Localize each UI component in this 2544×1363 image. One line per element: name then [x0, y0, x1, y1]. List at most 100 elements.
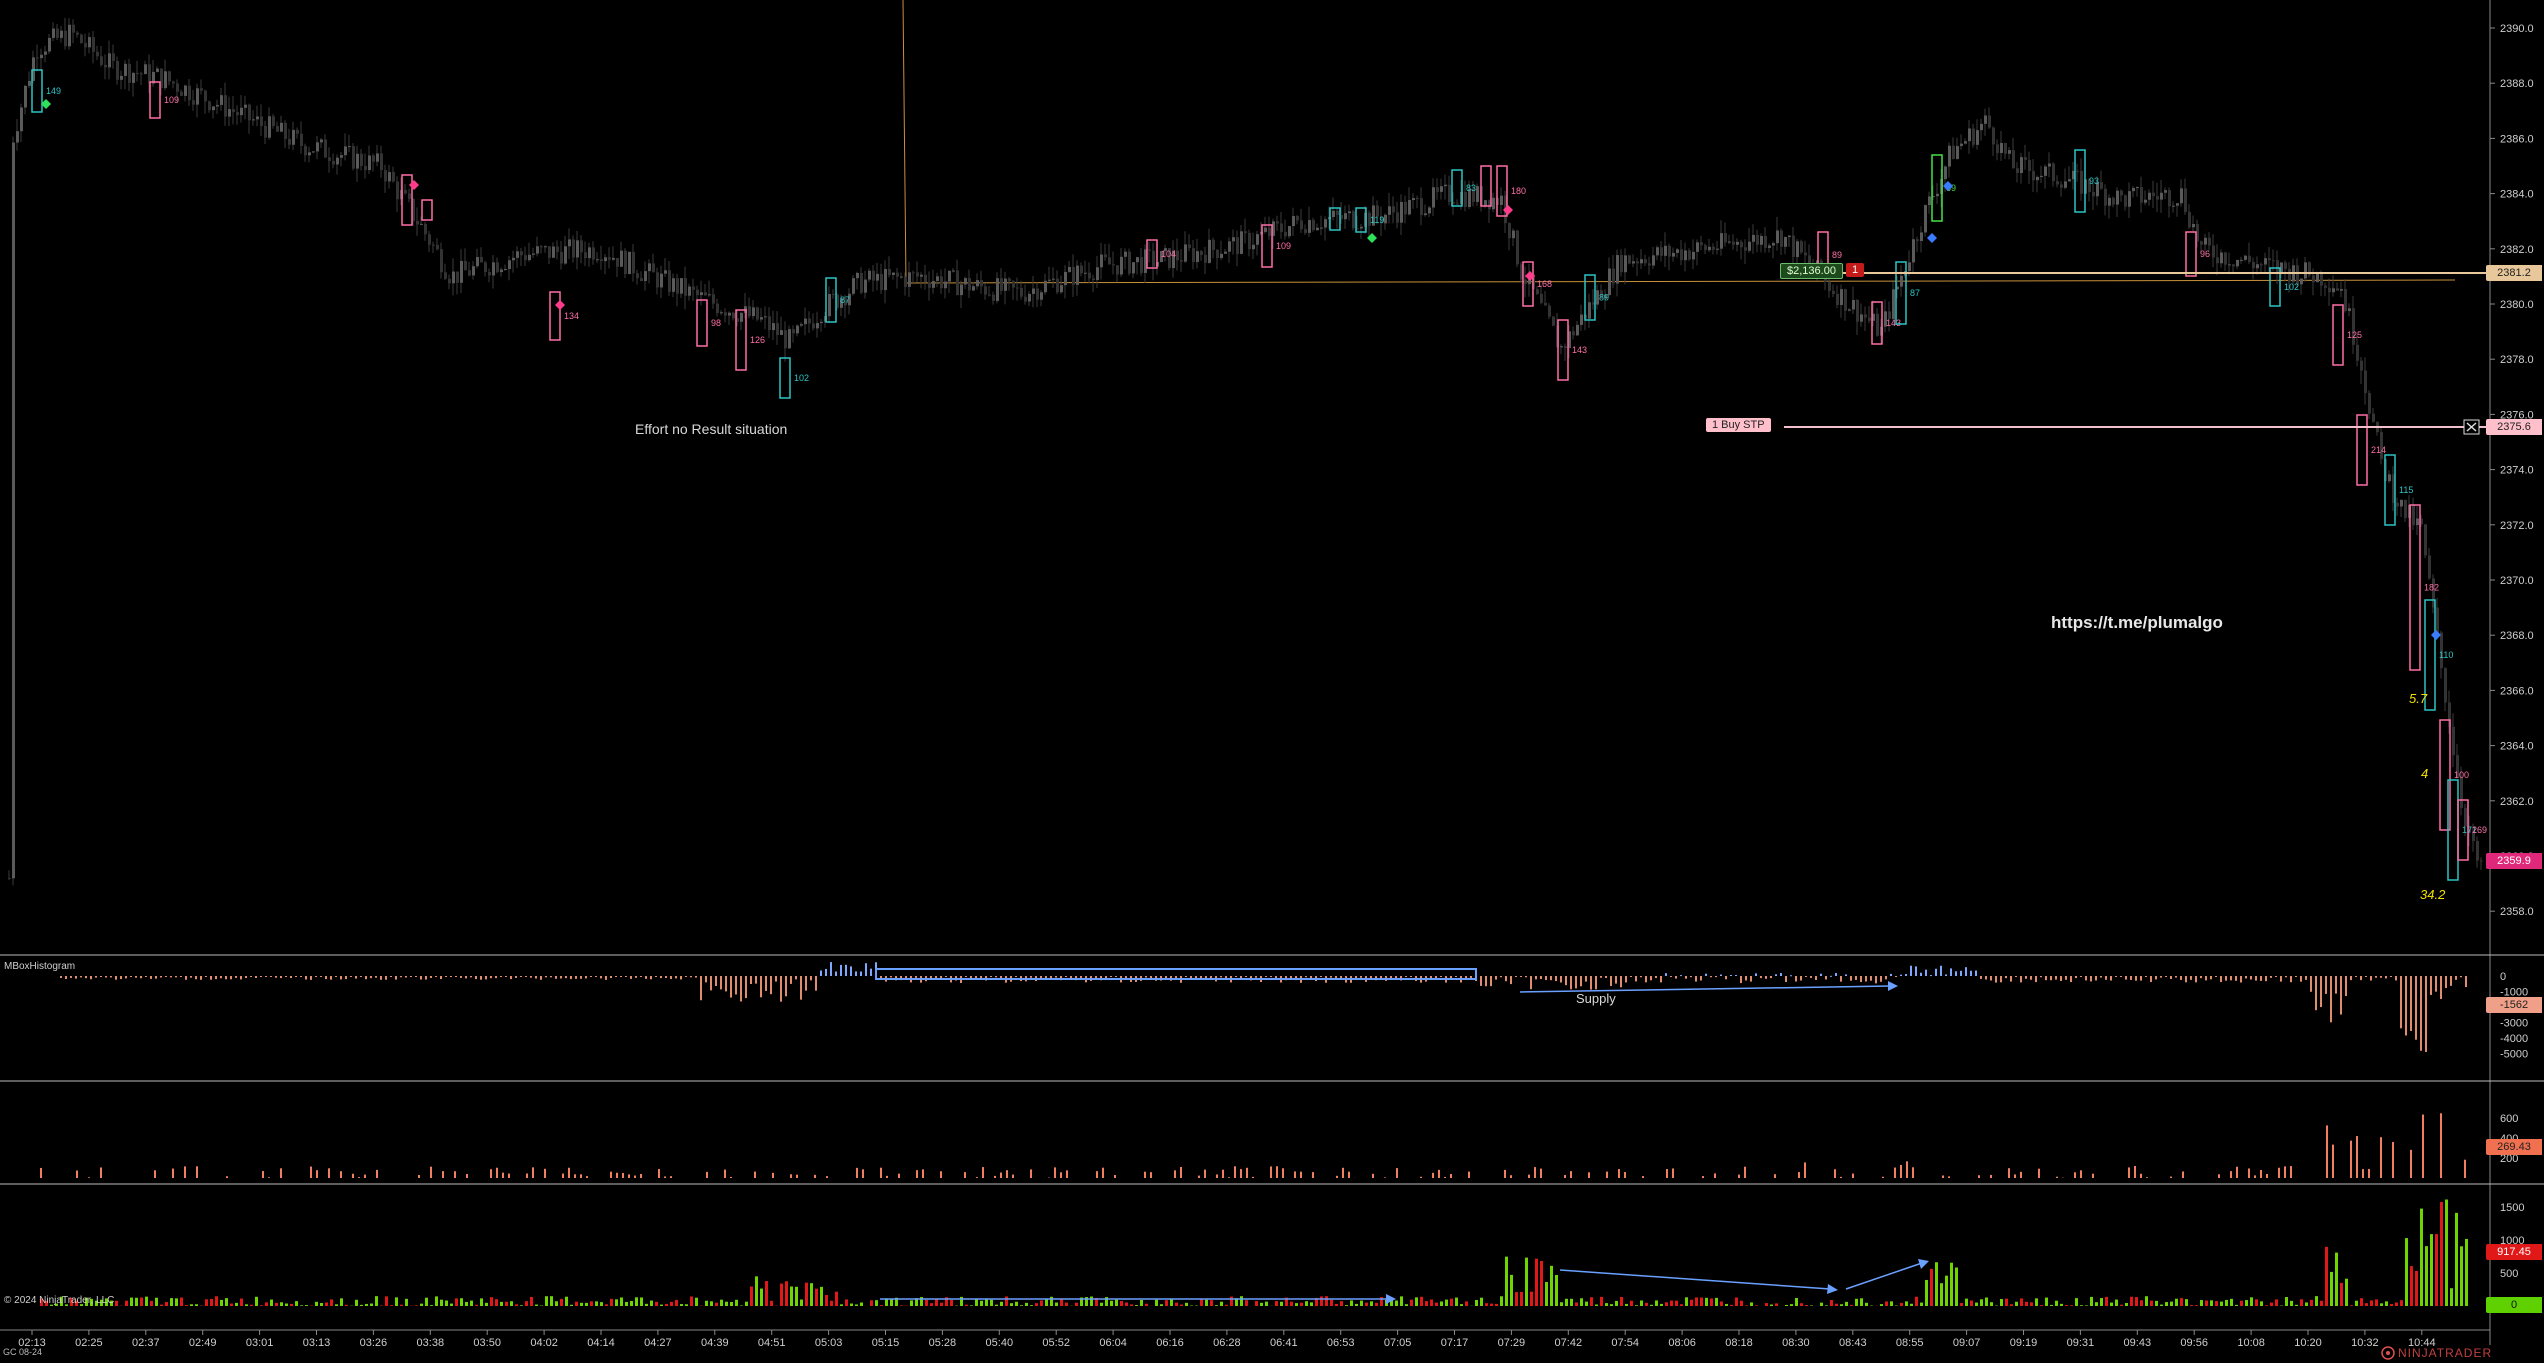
buy-volume-bar	[210, 1298, 213, 1306]
chart-canvas[interactable]: 149109134981261028710410911983 1801681438…	[0, 0, 2544, 1363]
buy-volume-bar	[195, 1304, 198, 1306]
candle-body	[608, 257, 611, 260]
buy-volume-bar	[2040, 1305, 2043, 1306]
candle-body	[900, 276, 903, 278]
candle-body	[1656, 247, 1659, 256]
histogram-bar	[350, 976, 352, 977]
candle-body	[1572, 331, 1575, 336]
candle-body	[1124, 251, 1127, 257]
histogram-bar	[1820, 973, 1822, 976]
candle-body	[2204, 237, 2207, 245]
buy-volume-bar	[1240, 1296, 1243, 1306]
buy-volume-bar	[2275, 1299, 2278, 1306]
histogram-bar	[860, 971, 862, 976]
sell-volume-bar	[976, 1177, 978, 1178]
buy-volume-bar	[1260, 1302, 1263, 1306]
candle-body	[376, 153, 379, 162]
buy-volume-bar	[2005, 1298, 2008, 1306]
sell-volume-bar	[1420, 1176, 1422, 1178]
candle-body	[1136, 257, 1139, 263]
histogram-bar	[450, 976, 452, 977]
candle-body	[868, 270, 871, 280]
buy-volume-bar	[1055, 1302, 1058, 1306]
drawing-lines[interactable]	[902, 0, 2456, 284]
buy-volume-bar	[360, 1304, 363, 1306]
buy-volume-bar	[2100, 1298, 2103, 1306]
histogram-bar	[2205, 976, 2207, 981]
histogram-axis[interactable]: 0-1000-2000-3000-4000-5000	[2500, 971, 2528, 1061]
histogram-bar	[2375, 976, 2377, 978]
sell-volume-bar	[790, 1174, 792, 1178]
candle-body	[1692, 251, 1695, 260]
histogram-bar	[805, 976, 807, 991]
histogram-bar	[2175, 976, 2177, 978]
buy-volume-bar	[2145, 1296, 2148, 1306]
candle-body	[1444, 184, 1447, 187]
candle-body	[1392, 206, 1395, 213]
sell-volume-bar	[328, 1168, 330, 1178]
candle-body	[536, 246, 539, 254]
position-qty-tag[interactable]: 1	[1846, 263, 1865, 277]
histogram-bar	[2435, 976, 2437, 992]
candle-body	[2260, 264, 2263, 266]
candle-body	[1580, 314, 1583, 325]
histogram-bar	[1510, 976, 1512, 985]
buy-volume-bar	[2435, 1234, 2438, 1306]
histogram-bar	[1615, 976, 1617, 984]
candle-body	[1092, 278, 1095, 281]
candle-body	[732, 312, 735, 319]
buy-volume-bar	[1585, 1301, 1588, 1306]
candle-body	[60, 30, 63, 38]
candle-body	[272, 116, 275, 127]
candle-body	[2176, 203, 2179, 206]
buy-volume-axis[interactable]: 15001000500	[2500, 1202, 2524, 1280]
candle-body	[624, 250, 627, 275]
candle-body	[2324, 285, 2327, 288]
buy-volume-bar	[1955, 1267, 1958, 1306]
price-axis[interactable]: 2390.02388.02386.02384.02382.02380.02378…	[2490, 23, 2534, 918]
sell-volume-bar	[2392, 1142, 2394, 1178]
histogram-bar	[2370, 976, 2372, 981]
sell-volume-bar	[826, 1176, 828, 1178]
buy-volume-bar	[460, 1298, 463, 1306]
buy-volume-bar	[1145, 1303, 1148, 1306]
buy-volume-bar	[335, 1304, 338, 1306]
histogram-bar	[1115, 976, 1117, 977]
sell-volume-bar	[2056, 1176, 2058, 1178]
buy-volume-bars	[40, 1199, 2468, 1306]
histogram-bar	[1990, 976, 1992, 981]
order-cancel-icon[interactable]	[2463, 419, 2480, 435]
candle-body	[1720, 233, 1723, 249]
candle-body	[1148, 249, 1151, 251]
histogram-bar	[1450, 976, 1452, 978]
buy-volume-bar	[1905, 1301, 1908, 1306]
candle-body	[232, 109, 235, 113]
histogram-bar	[185, 976, 187, 980]
buy-volume-bar	[1620, 1296, 1623, 1306]
candle-body	[1524, 279, 1527, 285]
candle-body	[552, 246, 555, 258]
buy-volume-bar	[1050, 1296, 1053, 1306]
buy-volume-bar	[430, 1305, 433, 1306]
histogram-bar	[510, 976, 512, 980]
histogram-bar	[780, 976, 782, 1002]
candle-body	[628, 251, 631, 275]
buy-volume-bar	[1790, 1304, 1793, 1306]
candle-body	[1456, 203, 1459, 205]
position-pnl-tag[interactable]: $2,136.00	[1780, 263, 1843, 279]
time-axis[interactable]: 02:13 02:25 02:37 02:49 03:01 03:13 03:26 03:38…	[18, 1330, 2436, 1349]
histogram-bar	[1605, 976, 1607, 979]
candle-body	[1336, 210, 1339, 215]
candle-body	[668, 270, 671, 292]
histogram-bar	[170, 976, 172, 978]
candle-body	[2124, 195, 2127, 207]
candle-body	[680, 278, 683, 294]
histogram-bar	[2415, 976, 2417, 1040]
candle-body	[216, 104, 219, 107]
order-label-tag[interactable]: 1 Buy STP	[1706, 418, 1771, 432]
histogram-bar	[2000, 976, 2002, 983]
sell-volume-bar	[316, 1170, 318, 1178]
buy-volume-bar	[970, 1305, 973, 1306]
supply-annotation: Supply	[1576, 991, 1616, 1006]
buy-volume-bar	[1180, 1304, 1183, 1306]
